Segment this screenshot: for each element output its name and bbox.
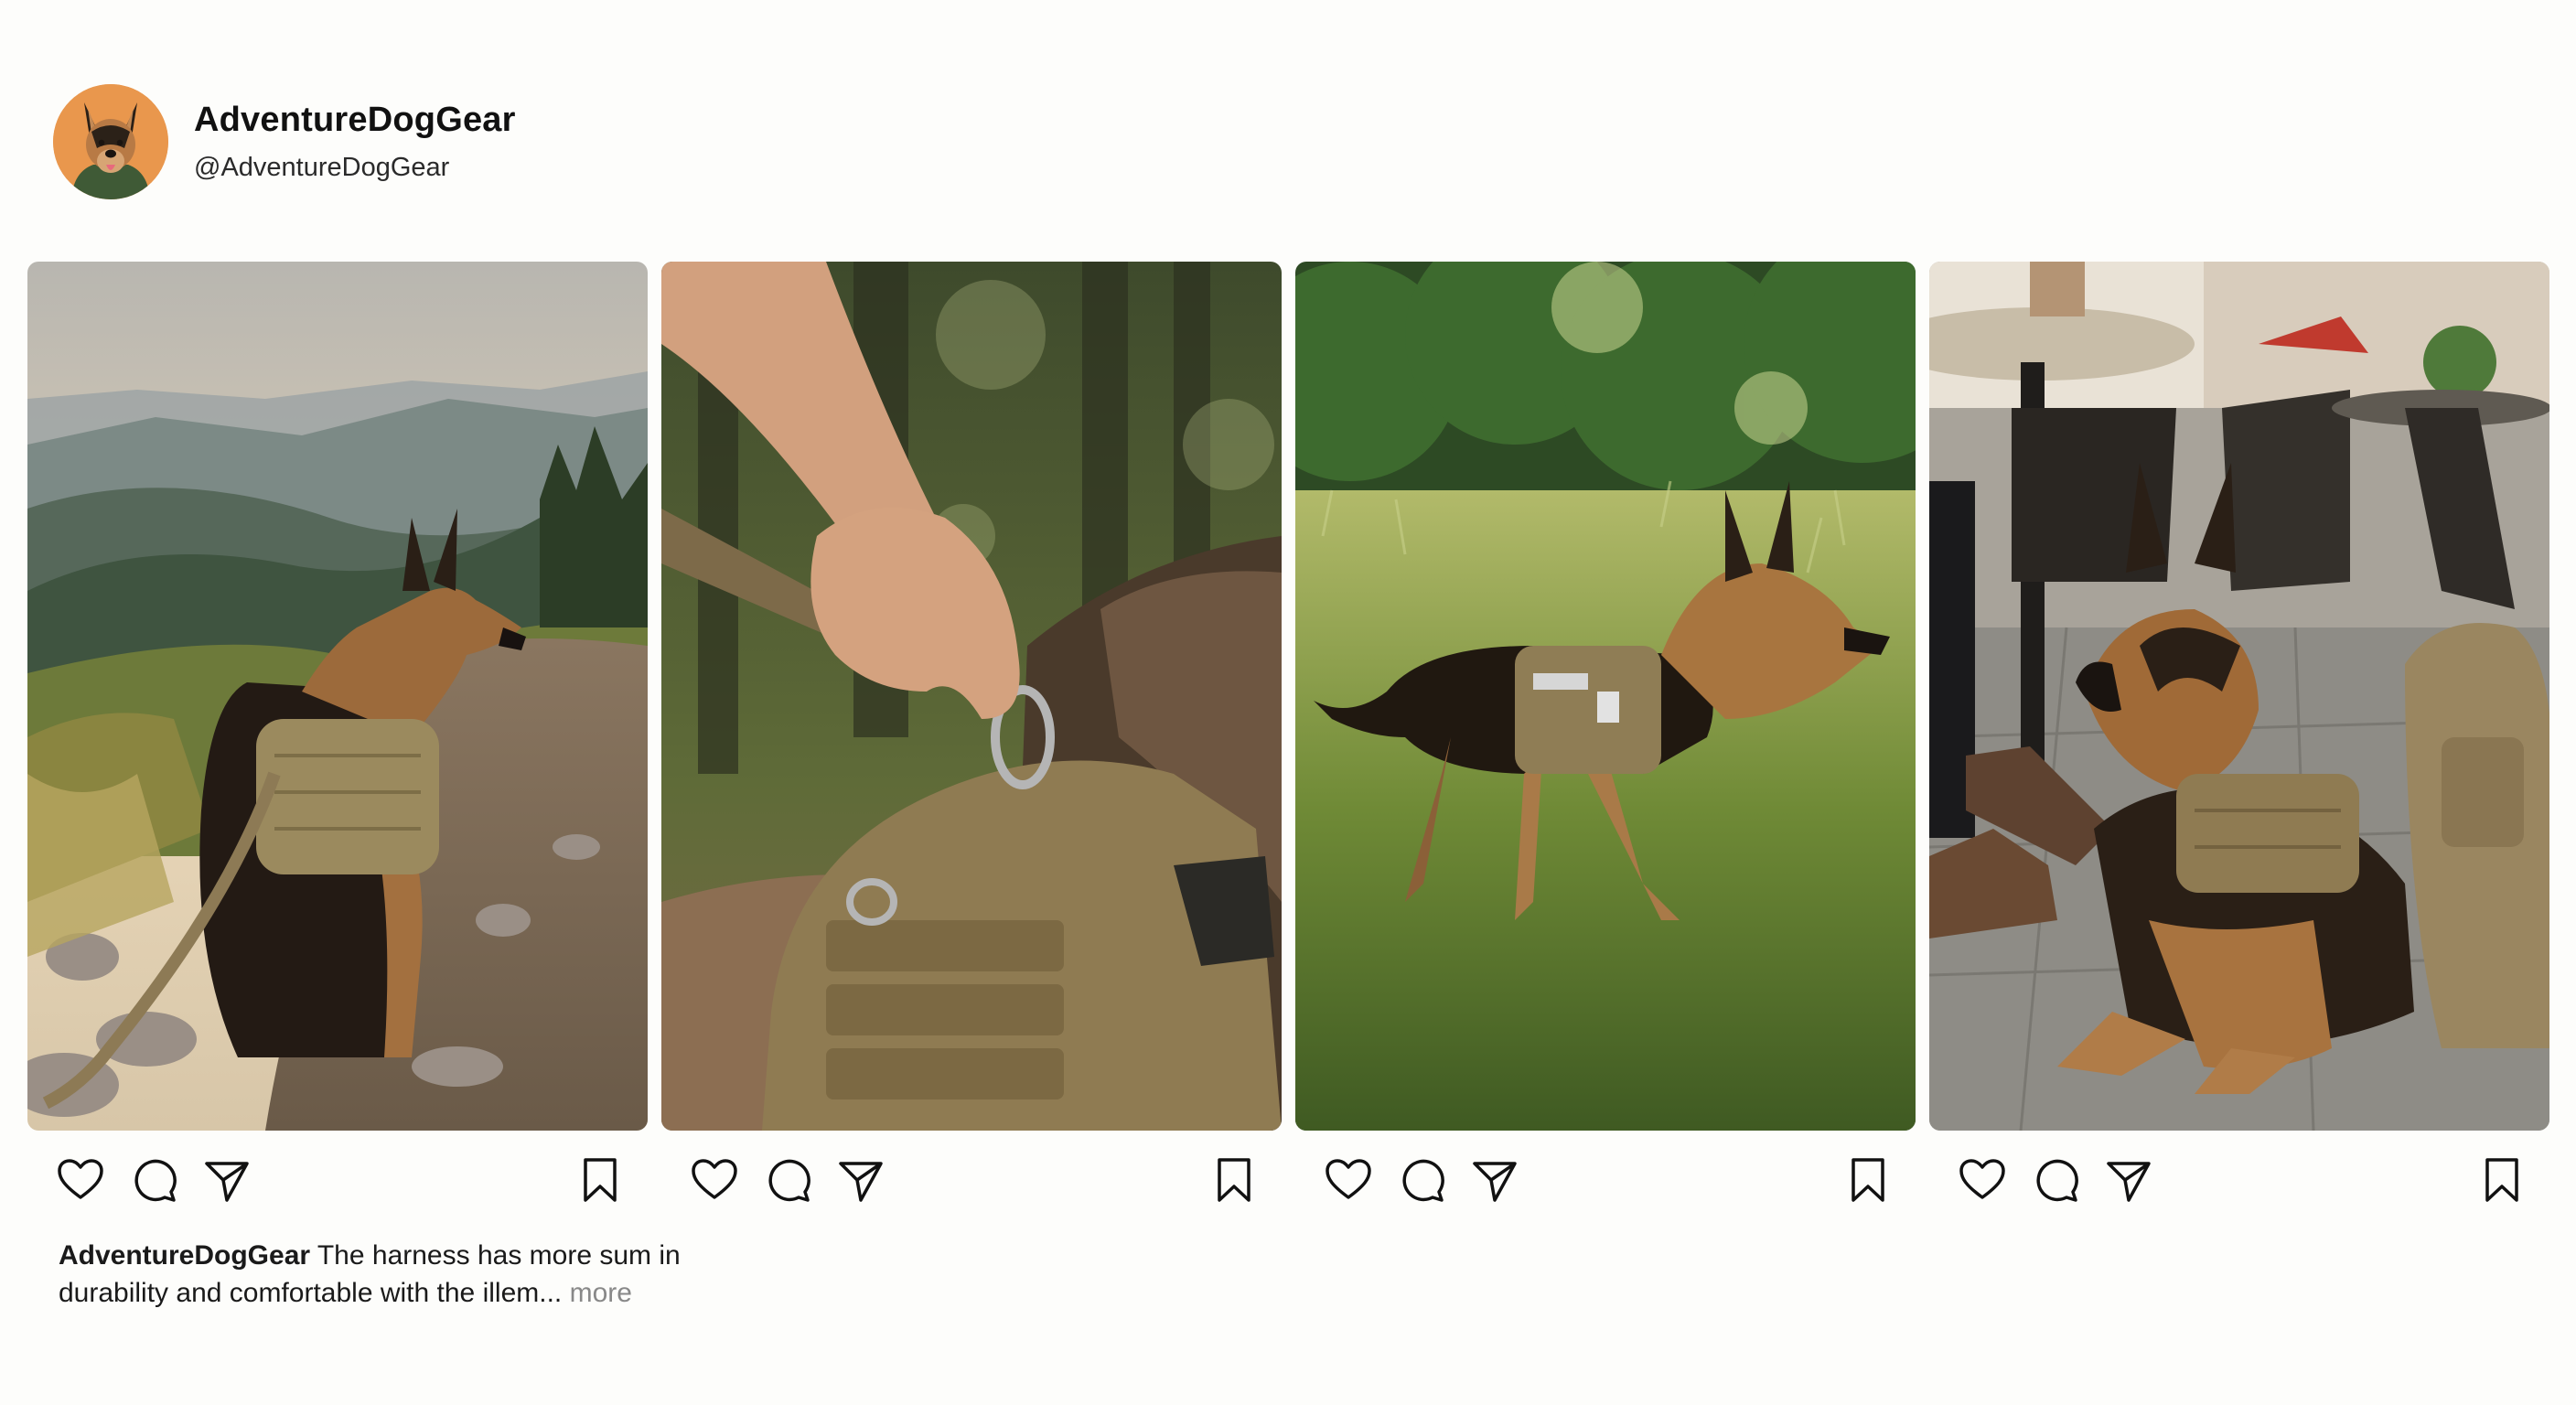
profile-handle: @AdventureDogGear <box>194 153 450 182</box>
post-card <box>661 262 1282 1131</box>
post-actions <box>1929 1154 2549 1209</box>
bookmark-icon[interactable] <box>2476 1154 2528 1206</box>
dog-on-mountain-trail-photo[interactable] <box>27 262 648 1131</box>
bookmark-icon[interactable] <box>574 1154 626 1206</box>
bookmark-icon[interactable] <box>1842 1154 1894 1206</box>
comment-icon[interactable] <box>128 1154 179 1206</box>
avatar[interactable] <box>53 84 168 199</box>
send-icon[interactable] <box>2103 1154 2154 1206</box>
heart-icon[interactable] <box>1957 1154 2008 1206</box>
caption-username[interactable]: AdventureDogGear <box>59 1240 310 1271</box>
post-grid <box>27 262 2550 1131</box>
german-shepherd-avatar-icon <box>53 84 168 199</box>
heart-icon[interactable] <box>689 1154 740 1206</box>
comment-icon[interactable] <box>1396 1154 1447 1206</box>
post-card <box>1929 262 2549 1131</box>
bookmark-icon[interactable] <box>1208 1154 1260 1206</box>
post-actions <box>27 1154 648 1209</box>
profile-username[interactable]: AdventureDogGear <box>194 101 516 140</box>
dog-walking-in-meadow-photo[interactable] <box>1295 262 1916 1131</box>
heart-icon[interactable] <box>55 1154 106 1206</box>
caption-more-link[interactable]: more <box>562 1278 632 1308</box>
send-icon[interactable] <box>1469 1154 1520 1206</box>
heart-icon[interactable] <box>1323 1154 1374 1206</box>
hand-holding-leash-clip-photo[interactable] <box>661 262 1282 1131</box>
dog-lying-at-cafe-photo[interactable] <box>1929 262 2549 1131</box>
comment-icon[interactable] <box>762 1154 813 1206</box>
post-caption: AdventureDogGear The harness has more su… <box>59 1237 717 1312</box>
profile-header[interactable]: AdventureDogGear @AdventureDogGear <box>53 84 516 199</box>
send-icon[interactable] <box>201 1154 252 1206</box>
profile-text: AdventureDogGear @AdventureDogGear <box>194 101 516 183</box>
post-actions <box>661 1154 1282 1209</box>
comment-icon[interactable] <box>2030 1154 2081 1206</box>
post-card <box>1295 262 1916 1131</box>
send-icon[interactable] <box>835 1154 886 1206</box>
post-card <box>27 262 648 1131</box>
instagram-profile-feed: AdventureDogGear @AdventureDogGear Adven… <box>0 0 2576 1405</box>
post-actions <box>1295 1154 1916 1209</box>
